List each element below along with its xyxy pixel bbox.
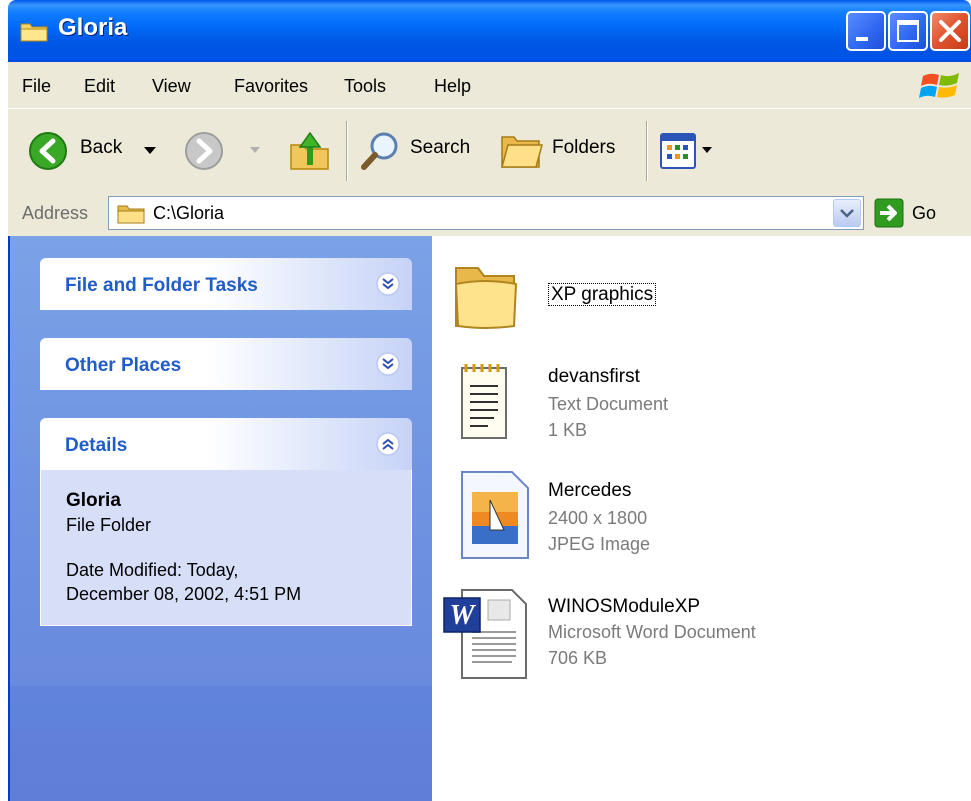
details-item-type: File Folder <box>66 515 152 535</box>
list-item[interactable]: devansfirst Text Document 1 KB <box>432 354 971 454</box>
file-type: Text Document <box>548 394 669 414</box>
close-icon <box>939 20 961 42</box>
menu-help[interactable]: Help <box>434 76 471 97</box>
file-type: Microsoft Word Document <box>548 622 756 642</box>
title-bar[interactable]: Gloria <box>8 0 971 62</box>
folders-button[interactable]: Folders <box>498 109 638 193</box>
dropdown-arrow-icon[interactable] <box>144 147 156 155</box>
chevron-down-icon <box>840 209 854 218</box>
file-list: XP graphics devansfirst Text Document 1 … <box>432 236 971 801</box>
details-panel: Details Gloria File Folder Date Modified… <box>40 418 412 626</box>
collapse-chevron-icon[interactable] <box>376 432 400 456</box>
details-body: Gloria File Folder Date Modified: Today,… <box>40 470 412 626</box>
jpeg-image-icon <box>461 471 529 559</box>
explorer-window: Gloria File Edit View Favorites Tools He… <box>8 0 971 801</box>
details-date-value: December 08, 2002, 4:51 PM <box>66 584 302 604</box>
details-date-modified: Date Modified: Today, <box>66 560 239 580</box>
back-button[interactable]: Back <box>18 109 168 193</box>
expand-chevron-icon[interactable] <box>376 352 400 376</box>
search-icon <box>361 132 398 170</box>
text-document-icon <box>461 364 507 439</box>
folders-label: Folders <box>552 137 616 158</box>
menu-edit[interactable]: Edit <box>84 76 115 97</box>
file-name[interactable]: WINOSModuleXP <box>548 596 700 618</box>
go-arrow-icon[interactable] <box>874 198 904 228</box>
maximize-button[interactable] <box>888 11 928 51</box>
search-label: Search <box>410 137 471 158</box>
dropdown-arrow-icon[interactable] <box>250 147 260 154</box>
other-places-header[interactable]: Other Places <box>40 338 412 390</box>
details-title: Details <box>65 435 128 456</box>
list-item[interactable]: XP graphics <box>432 254 971 334</box>
menu-favorites[interactable]: Favorites <box>234 76 308 97</box>
views-button[interactable] <box>656 109 726 193</box>
file-name[interactable]: Mercedes <box>548 480 631 502</box>
address-value: C:\Gloria <box>153 203 225 223</box>
file-size: 1 KB <box>548 420 588 440</box>
address-dropdown-button[interactable] <box>833 199 861 227</box>
maximize-icon <box>897 20 919 42</box>
menu-bar: File Edit View Favorites Tools Help <box>8 62 971 109</box>
window-title: Gloria <box>58 14 128 41</box>
expand-chevron-icon[interactable] <box>376 272 400 296</box>
address-field[interactable]: C:\Gloria <box>108 196 864 230</box>
file-and-folder-tasks-panel: File and Folder Tasks <box>40 258 412 310</box>
file-size: 706 KB <box>548 648 608 668</box>
menu-file[interactable]: File <box>22 76 51 97</box>
dropdown-arrow-icon[interactable] <box>702 147 712 154</box>
back-label: Back <box>80 137 123 158</box>
svg-text:W: W <box>450 600 477 631</box>
details-header[interactable]: Details <box>40 418 412 470</box>
back-arrow-icon <box>29 132 67 170</box>
address-label: Address <box>22 203 89 223</box>
file-type: JPEG Image <box>548 534 651 554</box>
details-item-name: Gloria <box>66 490 121 511</box>
image-dimensions: 2400 x 1800 <box>548 508 648 528</box>
file-and-folder-tasks-title: File and Folder Tasks <box>65 275 258 296</box>
file-name[interactable]: devansfirst <box>548 366 640 388</box>
address-bar: Address C:\Gloria Go <box>8 192 971 237</box>
folder-icon <box>117 205 145 224</box>
folder-icon <box>454 267 518 329</box>
other-places-panel: Other Places <box>40 338 412 390</box>
folder-icon <box>20 23 48 42</box>
minimize-button[interactable] <box>846 11 886 51</box>
close-button[interactable] <box>930 11 970 51</box>
folder-up-icon <box>290 131 329 170</box>
word-document-icon: W <box>443 589 527 679</box>
list-item[interactable]: Mercedes 2400 x 1800 JPEG Image <box>432 466 971 566</box>
list-item[interactable]: W WINOSModuleXP Microsoft Word Document … <box>432 582 971 692</box>
search-button[interactable]: Search <box>354 109 490 193</box>
forward-arrow-icon <box>185 132 223 170</box>
file-name[interactable]: XP graphics <box>548 283 657 306</box>
views-icon <box>660 133 696 169</box>
task-pane: File and Folder Tasks Other Places Detai… <box>8 236 434 801</box>
windows-logo-icon <box>919 73 959 98</box>
toolbar: Back Search Folders <box>8 108 971 194</box>
file-and-folder-tasks-header[interactable]: File and Folder Tasks <box>40 258 412 310</box>
up-folder-button[interactable] <box>284 109 340 193</box>
minimize-icon <box>856 37 868 41</box>
forward-button[interactable] <box>180 109 272 193</box>
folders-icon <box>501 136 543 168</box>
other-places-title: Other Places <box>65 355 182 376</box>
go-button[interactable]: Go <box>912 203 936 224</box>
menu-tools[interactable]: Tools <box>344 76 386 97</box>
menu-view[interactable]: View <box>152 76 191 97</box>
